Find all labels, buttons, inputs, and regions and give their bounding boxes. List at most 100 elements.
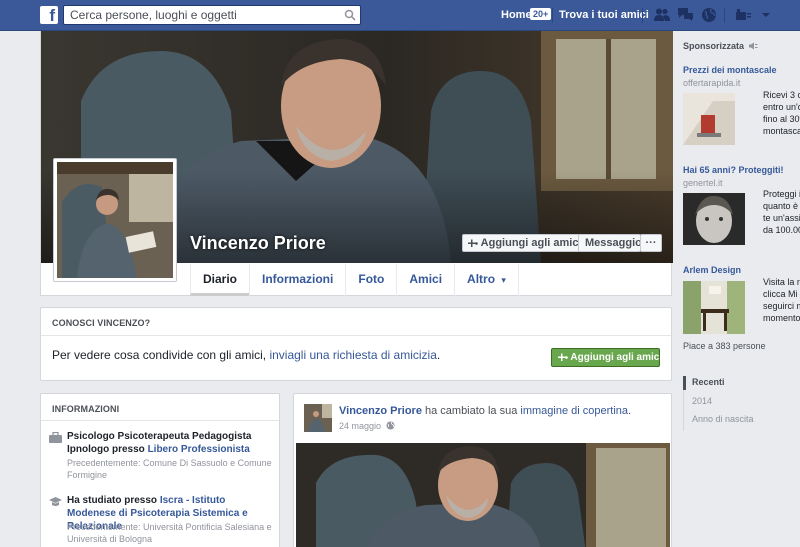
education-icon [49, 497, 62, 506]
add-friend-green-label: Aggiungi agli amici [570, 352, 663, 363]
ad-text-line: montasca [763, 126, 800, 136]
post-cover-image[interactable] [296, 443, 670, 547]
ad-image[interactable] [683, 93, 735, 145]
ad-likes-count: Piace a 383 persone [683, 341, 766, 351]
sponsored-icon[interactable] [748, 42, 758, 50]
ad-text-line: momento [763, 313, 800, 323]
timeline-navigation: Recenti 2014 Anno di nascita [683, 376, 793, 431]
profile-name[interactable]: Vincenzo Priore [190, 233, 326, 254]
tab-altro[interactable]: Altro ▾ [454, 264, 519, 296]
work-previous: Precedentemente: Comune Di Sassuolo e Co… [67, 458, 272, 480]
post-action-end: . [628, 405, 632, 417]
profile-picture-image [57, 162, 173, 278]
ad-text-line: te un'assi [763, 213, 800, 223]
tab-amici[interactable]: Amici [396, 264, 454, 296]
friend-requests-icon[interactable] [654, 7, 670, 22]
ad-title[interactable]: Hai 65 anni? Proteggiti! [683, 165, 784, 175]
ad-domain: offertarapida.it [683, 78, 741, 88]
add-friend-icon [468, 239, 478, 247]
know-box-text: Per vedere cosa condivide con gli amici,… [52, 348, 440, 362]
tab-diario[interactable]: Diario [190, 264, 250, 296]
work-info-item: Psicologo Psicoterapeuta Pedagogista Ipn… [49, 430, 277, 480]
timeline-2014[interactable]: 2014 [692, 396, 712, 406]
find-friends-link[interactable]: Trova i tuoi amici [559, 9, 649, 21]
ad-text: Visita la n clicca Mi seguirci m momento [763, 276, 800, 324]
search-box [63, 5, 361, 25]
timeline-active-marker [683, 376, 686, 390]
search-icon[interactable] [344, 9, 356, 21]
ad-image[interactable] [683, 281, 745, 334]
work-employer-link[interactable]: Libero Professionista [148, 444, 250, 455]
more-options-button[interactable]: ··· [640, 234, 662, 252]
know-box-title: CONOSCI VINCENZO? [52, 318, 151, 328]
ad-text-line: seguirci m [763, 301, 800, 311]
ad-image[interactable] [683, 193, 745, 245]
work-description: Psicologo Psicoterapeuta Pedagogista Ipn… [67, 430, 277, 456]
nav-divider [724, 8, 725, 23]
ad-title[interactable]: Prezzi dei montascale [683, 65, 777, 75]
cover-photo-link[interactable]: immagine di copertina [520, 405, 628, 417]
timeline-recent[interactable]: Recenti [692, 377, 725, 387]
add-friend-label: Aggiungi agli amici [480, 237, 582, 249]
nav-divider [642, 8, 643, 23]
know-box-text-end: . [436, 348, 441, 362]
timeline-birth-year[interactable]: Anno di nascita [692, 414, 754, 424]
nav-divider [552, 8, 553, 23]
divider [41, 335, 671, 336]
info-box: INFORMAZIONI Psicologo Psicoterapeuta Pe… [40, 393, 280, 547]
post-header: Vincenzo Priore ha cambiato la sua immag… [339, 405, 631, 417]
globe-icon[interactable] [386, 421, 395, 430]
post-author-name[interactable]: Vincenzo Priore [339, 405, 422, 417]
send-friend-request-link[interactable]: inviagli una richiesta di amicizia [269, 348, 436, 362]
ad-image-graphic [683, 193, 745, 245]
sponsored-label: Sponsorizzata [683, 41, 745, 51]
ad-text-line: entro un'o [763, 102, 800, 112]
education-previous: Precedentemente: Università Pontificia S… [67, 522, 272, 544]
settings-icon[interactable] [760, 7, 772, 22]
add-friend-icon [558, 353, 568, 361]
tab-altro-label: Altro [467, 272, 496, 286]
facebook-logo-icon[interactable]: f [40, 6, 58, 24]
right-sidebar: Sponsorizzata Prezzi dei montascale offe… [672, 31, 800, 547]
work-icon [49, 432, 62, 443]
ad-text: Ricevi 3 c entro un'o fino al 30% montas… [763, 89, 800, 137]
privacy-icon[interactable] [735, 7, 751, 22]
know-person-box: CONOSCI VINCENZO? Per vedere cosa condiv… [40, 307, 672, 381]
ad-text: Proteggi i quanto è te un'assi da 100.00 [763, 188, 800, 236]
post-author-avatar-image [304, 404, 332, 432]
add-friend-green-button[interactable]: Aggiungi agli amici [551, 348, 663, 367]
post-author-avatar[interactable] [304, 404, 332, 432]
ad-text-line: Ricevi 3 c [763, 90, 800, 100]
messages-icon[interactable] [677, 7, 694, 22]
post-timestamp: 24 maggio [339, 421, 395, 431]
ad-image-graphic [683, 93, 735, 145]
ad-text-line: fino al 30% [763, 114, 800, 124]
post-date[interactable]: 24 maggio [339, 421, 381, 431]
post-cover-image-graphic [296, 443, 670, 547]
ad-title[interactable]: Arlem Design [683, 265, 741, 275]
post-action-text: ha cambiato la sua [421, 405, 521, 417]
education-title: Ha studiato presso [67, 495, 160, 506]
ad-text-line: quanto è [763, 201, 799, 211]
profile-picture[interactable] [53, 158, 177, 282]
ad-image-graphic [683, 281, 745, 334]
search-input[interactable] [64, 6, 334, 24]
message-button[interactable]: Messaggio [578, 234, 642, 252]
home-count-badge: 20+ [530, 8, 552, 20]
ad-domain: genertel.it [683, 178, 723, 188]
sponsored-title: Sponsorizzata [683, 41, 758, 51]
tab-informazioni[interactable]: Informazioni [249, 264, 345, 296]
info-box-title: INFORMAZIONI [52, 404, 120, 414]
ad-text-line: Proteggi i [763, 189, 800, 199]
top-navigation-bar: f Home 20+ Trova i tuoi amici [0, 0, 800, 31]
chevron-down-icon: ▾ [501, 275, 506, 285]
ad-text-line: da 100.00 [763, 225, 800, 235]
add-friend-button[interactable]: Aggiungi agli amici [462, 234, 589, 252]
home-link[interactable]: Home [501, 9, 532, 21]
divider [41, 420, 279, 421]
know-box-text-start: Per vedere cosa condivide con gli amici, [52, 348, 270, 362]
tab-foto[interactable]: Foto [345, 264, 396, 296]
profile-tabs: Diario Informazioni Foto Amici Altro ▾ [190, 264, 519, 296]
profile-header: Vincenzo Priore Aggiungi agli amici Mess… [40, 31, 673, 296]
notifications-icon[interactable] [701, 7, 717, 23]
